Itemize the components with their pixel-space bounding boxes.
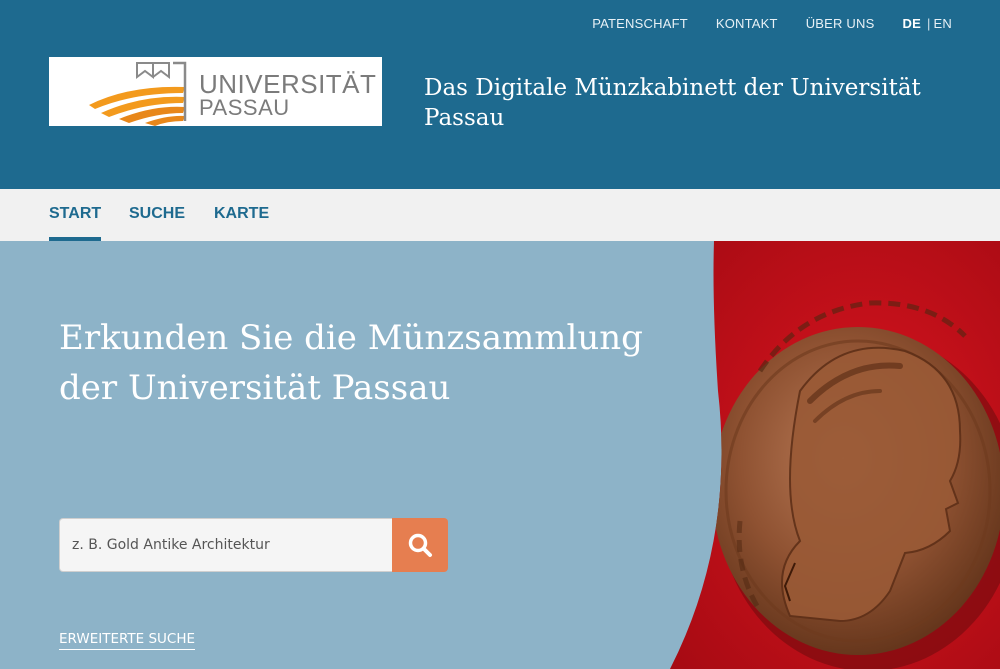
tab-suche[interactable]: SUCHE (129, 205, 185, 223)
search-bar (59, 518, 448, 572)
advanced-search-link[interactable]: ERWEITERTE SUCHE (59, 631, 196, 650)
link-patenschaft[interactable]: PATENSCHAFT (592, 16, 688, 31)
coin-photo (670, 241, 1000, 669)
language-switcher: DE | EN (902, 16, 952, 31)
hero-heading: Erkunden Sie die Münzsammlung der Univer… (59, 318, 643, 408)
link-ueber-uns[interactable]: ÜBER UNS (806, 16, 875, 31)
logo-text-line2: PASSAU (199, 95, 290, 120)
utility-nav: PATENSCHAFT KONTAKT ÜBER UNS DE | EN (592, 16, 952, 31)
tab-start[interactable]: START (49, 205, 101, 223)
language-de[interactable]: DE (902, 16, 920, 31)
language-en[interactable]: EN (934, 16, 952, 31)
site-title: Das Digitale Münzkabinett der Universitä… (424, 75, 921, 131)
search-button[interactable] (392, 518, 448, 572)
link-kontakt[interactable]: KONTAKT (716, 16, 778, 31)
main-nav: START SUCHE KARTE (0, 189, 1000, 241)
university-logo[interactable]: UNIVERSITÄT PASSAU (49, 57, 382, 126)
hero-section: Erkunden Sie die Münzsammlung der Univer… (0, 241, 1000, 669)
search-icon (408, 533, 432, 557)
language-separator: | (926, 16, 931, 31)
site-header: PATENSCHAFT KONTAKT ÜBER UNS DE | EN UNI… (0, 0, 1000, 189)
tab-karte[interactable]: KARTE (214, 205, 269, 223)
search-input[interactable] (59, 518, 392, 572)
